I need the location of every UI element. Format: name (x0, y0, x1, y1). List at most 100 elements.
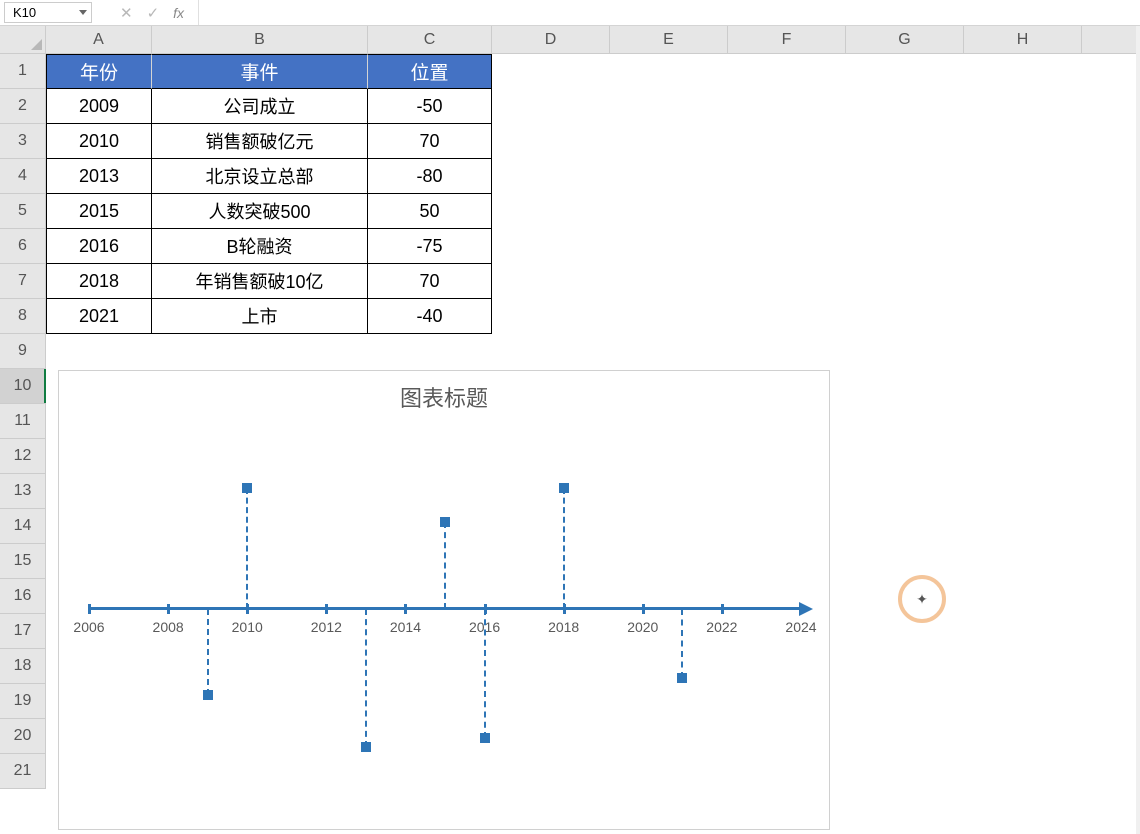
cell-A2[interactable]: 2009 (46, 89, 152, 124)
cell-B8[interactable]: 上市 (152, 299, 368, 334)
row-header-12[interactable]: 12 (0, 439, 46, 474)
vertical-scrollbar[interactable] (1136, 26, 1140, 834)
chart-data-marker[interactable] (559, 483, 569, 493)
axis-tick (800, 604, 803, 614)
table-row: 2009 公司成立 -50 (46, 89, 492, 124)
cell-B6[interactable]: B轮融资 (152, 229, 368, 264)
chart-data-marker[interactable] (677, 673, 687, 683)
axis-tick (167, 604, 170, 614)
col-header-A[interactable]: A (46, 26, 152, 53)
table-row: 2018 年销售额破10亿 70 (46, 264, 492, 299)
axis-tick-label: 2006 (73, 619, 104, 635)
axis-tick-label: 2012 (311, 619, 342, 635)
table-row: 2013 北京设立总部 -80 (46, 159, 492, 194)
cell-C3[interactable]: 70 (368, 124, 492, 159)
row-header-13[interactable]: 13 (0, 474, 46, 509)
col-header-D[interactable]: D (492, 26, 610, 53)
name-box-value: K10 (13, 5, 36, 20)
row-header-18[interactable]: 18 (0, 649, 46, 684)
col-header-G[interactable]: G (846, 26, 964, 53)
cell-C8[interactable]: -40 (368, 299, 492, 334)
axis-tick-label: 2020 (627, 619, 658, 635)
select-all-corner[interactable] (0, 26, 46, 54)
cell-A5[interactable]: 2015 (46, 194, 152, 229)
formula-input[interactable] (199, 0, 1140, 25)
row-header-3[interactable]: 3 (0, 124, 46, 159)
formula-buttons: ✕ ✓ fx (106, 0, 199, 25)
excel-cursor-icon: ✦ (916, 591, 928, 608)
chevron-down-icon[interactable] (79, 10, 87, 15)
row-header-8[interactable]: 8 (0, 299, 46, 334)
column-headers: A B C D E F G H (46, 26, 1140, 54)
cell-C5[interactable]: 50 (368, 194, 492, 229)
table-row: 2015 人数突破500 50 (46, 194, 492, 229)
cell-B1[interactable]: 事件 (152, 54, 368, 89)
axis-tick (642, 604, 645, 614)
table-row: 2010 销售额破亿元 70 (46, 124, 492, 159)
cursor-highlight: ✦ (898, 575, 946, 623)
cell-B5[interactable]: 人数突破500 (152, 194, 368, 229)
row-header-21[interactable]: 21 (0, 754, 46, 789)
row-header-6[interactable]: 6 (0, 229, 46, 264)
chart-drop-line (246, 488, 248, 609)
chart-drop-line (207, 609, 209, 695)
cell-B3[interactable]: 销售额破亿元 (152, 124, 368, 159)
cell-B7[interactable]: 年销售额破10亿 (152, 264, 368, 299)
axis-tick (721, 604, 724, 614)
confirm-formula-button[interactable]: ✓ (147, 4, 160, 22)
chart-data-marker[interactable] (361, 742, 371, 752)
row-header-4[interactable]: 4 (0, 159, 46, 194)
cell-C2[interactable]: -50 (368, 89, 492, 124)
cell-A8[interactable]: 2021 (46, 299, 152, 334)
row-header-19[interactable]: 19 (0, 684, 46, 719)
axis-tick-label: 2014 (390, 619, 421, 635)
row-header-10[interactable]: 10 (0, 369, 46, 404)
table-row: 2016 B轮融资 -75 (46, 229, 492, 264)
cancel-formula-button[interactable]: ✕ (120, 4, 133, 22)
chart-drop-line (444, 522, 446, 608)
row-header-2[interactable]: 2 (0, 89, 46, 124)
col-header-H[interactable]: H (964, 26, 1082, 53)
cells-area: 年份 事件 位置 2009 公司成立 -50 2010 销售额破亿元 70 20… (46, 54, 492, 334)
cell-A6[interactable]: 2016 (46, 229, 152, 264)
chart-drop-line (563, 488, 565, 609)
cell-A1[interactable]: 年份 (46, 54, 152, 89)
cell-C4[interactable]: -80 (368, 159, 492, 194)
name-box[interactable]: K10 (4, 2, 92, 23)
col-header-B[interactable]: B (152, 26, 368, 53)
row-header-16[interactable]: 16 (0, 579, 46, 614)
chart-plot-area[interactable]: 2006200820102012201420162018202020222024 (79, 426, 811, 811)
axis-tick-label: 2010 (232, 619, 263, 635)
row-header-11[interactable]: 11 (0, 404, 46, 439)
row-header-7[interactable]: 7 (0, 264, 46, 299)
cell-B4[interactable]: 北京设立总部 (152, 159, 368, 194)
cell-A4[interactable]: 2013 (46, 159, 152, 194)
row-header-15[interactable]: 15 (0, 544, 46, 579)
chart-data-marker[interactable] (440, 517, 450, 527)
cell-C6[interactable]: -75 (368, 229, 492, 264)
col-header-C[interactable]: C (368, 26, 492, 53)
axis-tick-label: 2024 (785, 619, 816, 635)
row-header-9[interactable]: 9 (0, 334, 46, 369)
row-header-20[interactable]: 20 (0, 719, 46, 754)
cell-A3[interactable]: 2010 (46, 124, 152, 159)
col-header-E[interactable]: E (610, 26, 728, 53)
chart-data-marker[interactable] (242, 483, 252, 493)
cell-A7[interactable]: 2018 (46, 264, 152, 299)
cell-C1[interactable]: 位置 (368, 54, 492, 89)
table-row: 2021 上市 -40 (46, 299, 492, 334)
row-header-1[interactable]: 1 (0, 54, 46, 89)
fx-icon[interactable]: fx (173, 5, 184, 21)
col-header-F[interactable]: F (728, 26, 846, 53)
cell-B2[interactable]: 公司成立 (152, 89, 368, 124)
chart-data-marker[interactable] (480, 733, 490, 743)
cell-C7[interactable]: 70 (368, 264, 492, 299)
row-header-5[interactable]: 5 (0, 194, 46, 229)
chart-object[interactable]: 图表标题 20062008201020122014201620182020202… (58, 370, 830, 830)
chart-title[interactable]: 图表标题 (59, 381, 829, 413)
chart-data-marker[interactable] (203, 690, 213, 700)
row-header-14[interactable]: 14 (0, 509, 46, 544)
axis-tick-label: 2018 (548, 619, 579, 635)
row-header-17[interactable]: 17 (0, 614, 46, 649)
axis-tick-label: 2008 (153, 619, 184, 635)
